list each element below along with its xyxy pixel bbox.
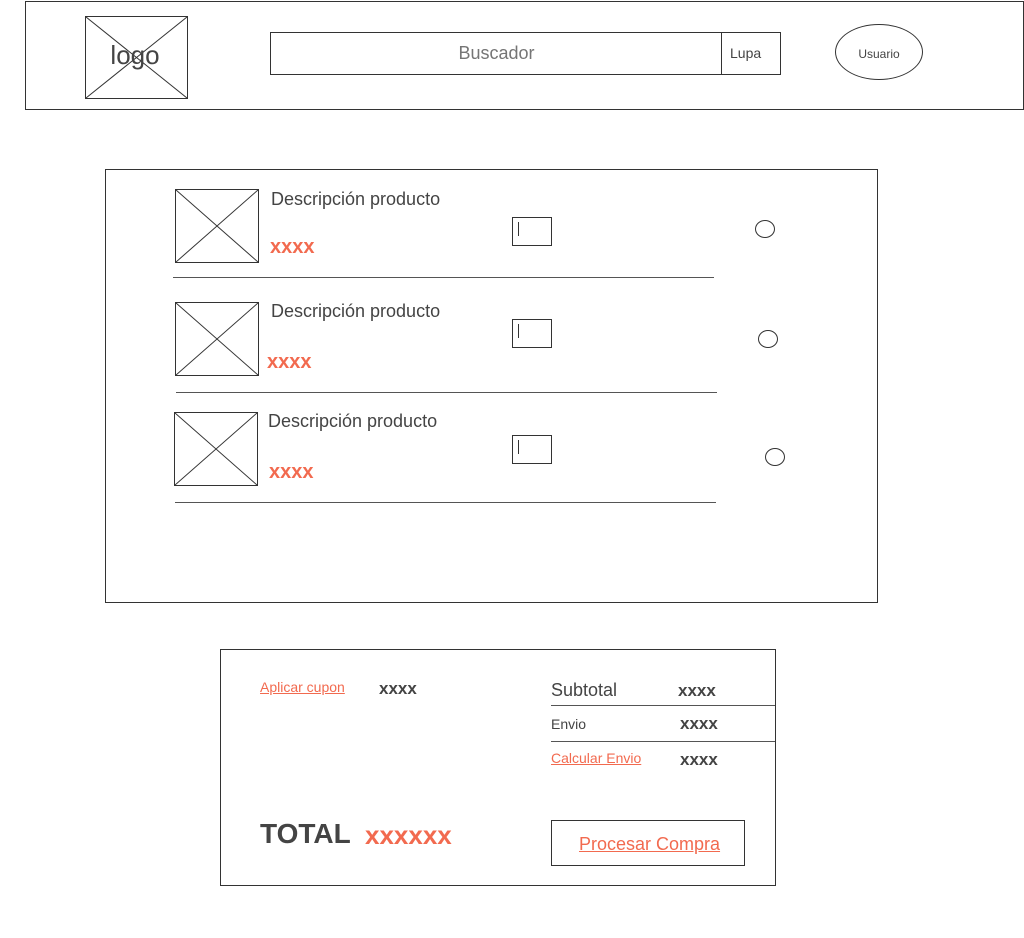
product-image-placeholder [175,302,259,376]
logo-label[interactable]: logo [85,40,185,71]
item-divider [176,392,717,393]
summary-divider [551,741,775,742]
coupon-value: xxxx [379,679,417,698]
product-description: Descripción producto [268,411,438,431]
subtotal-label: Subtotal [551,680,618,700]
product-price: xxxx [270,236,315,258]
search-input[interactable] [270,32,722,75]
search-button[interactable]: Lupa [721,32,781,75]
item-divider [175,502,716,503]
quantity-input[interactable] [512,217,552,246]
item-select-radio[interactable] [755,220,775,238]
subtotal-value: xxxx [678,681,716,700]
user-button[interactable]: Usuario [835,24,923,80]
calculate-shipping-link[interactable]: Calcular Envio [551,750,641,766]
calculated-shipping-value: xxxx [680,750,718,769]
total-label: TOTAL [260,818,351,849]
product-description: Descripción producto [271,189,441,209]
item-select-radio[interactable] [765,448,785,466]
product-price: xxxx [267,351,312,373]
process-purchase-button[interactable]: Procesar Compra [551,820,745,866]
product-description: Descripción producto [271,301,441,321]
summary-divider [551,705,775,706]
apply-coupon-link[interactable]: Aplicar cupon [260,679,345,695]
item-select-radio[interactable] [758,330,778,348]
quantity-input[interactable] [512,319,552,348]
product-image-placeholder [175,189,259,263]
product-price: xxxx [269,461,314,483]
quantity-input[interactable] [512,435,552,464]
product-image-placeholder [174,412,258,486]
total-value: xxxxxx [365,820,452,850]
shipping-value: xxxx [680,714,718,733]
item-divider [173,277,714,278]
shipping-label: Envio [551,716,587,732]
